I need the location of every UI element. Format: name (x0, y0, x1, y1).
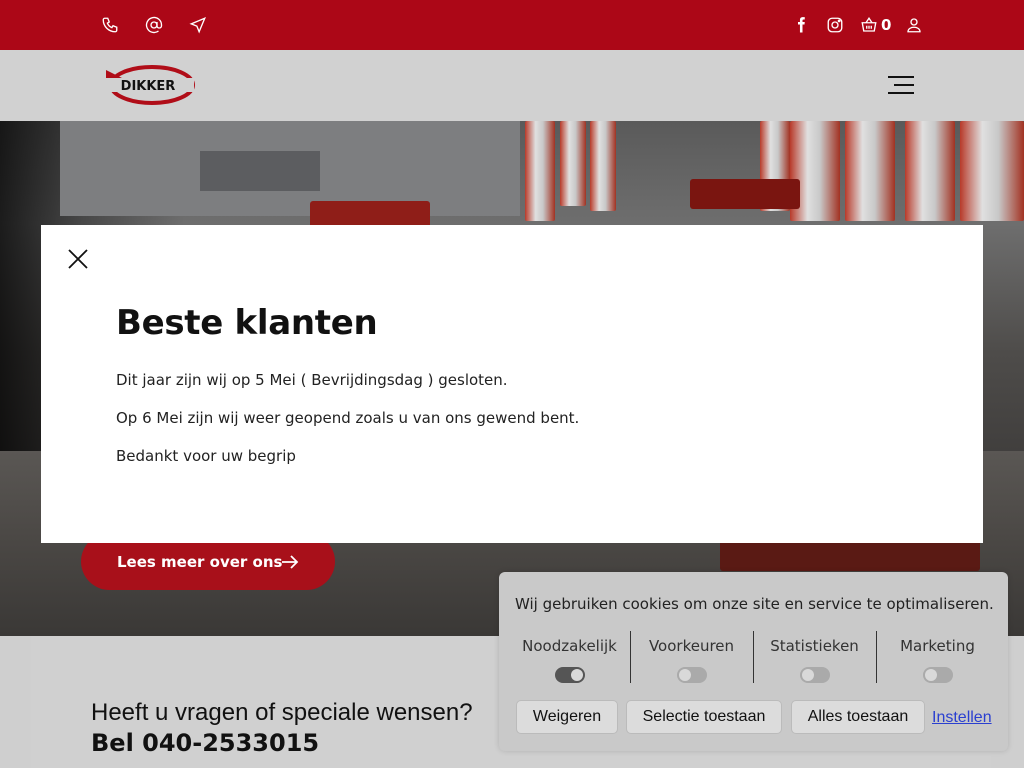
allow-all-button[interactable]: Alles toestaan (791, 700, 925, 734)
cookie-settings-link[interactable]: Instellen (932, 709, 992, 727)
location-arrow-icon[interactable] (188, 15, 208, 35)
cookie-category-preferences: Voorkeuren (630, 631, 753, 683)
cart-count: 0 (881, 16, 892, 34)
modal-paragraph: Dit jaar zijn wij op 5 Mei ( Bevrijdings… (116, 371, 508, 389)
user-icon[interactable] (904, 15, 924, 35)
cookie-message: Wij gebruiken cookies om onze site en se… (515, 595, 994, 613)
marketing-toggle[interactable] (922, 667, 953, 683)
phone-icon[interactable] (100, 15, 120, 35)
allow-selection-button[interactable]: Selectie toestaan (626, 700, 782, 734)
cookie-banner: Wij gebruiken cookies om onze site en se… (499, 572, 1008, 751)
statistics-toggle[interactable] (799, 667, 830, 683)
cookie-category-label: Noodzakelijk (522, 637, 617, 655)
instagram-icon[interactable] (825, 15, 845, 35)
logo-text: DIKKER (121, 79, 176, 94)
reject-button[interactable]: Weigeren (516, 700, 618, 734)
cookie-category-statistics: Statistieken (753, 631, 876, 683)
dikker-logo[interactable]: DIKKER (100, 64, 196, 106)
cookie-category-label: Statistieken (770, 637, 859, 655)
modal-paragraph: Op 6 Mei zijn wij weer geopend zoals u v… (116, 409, 580, 427)
hamburger-icon[interactable] (888, 76, 914, 94)
cookie-category-marketing: Marketing (876, 631, 999, 683)
at-icon[interactable] (144, 15, 164, 35)
necessary-toggle[interactable] (554, 667, 585, 683)
facebook-icon[interactable] (791, 15, 811, 35)
site-header: DIKKER (0, 50, 1024, 121)
contact-phone[interactable]: Bel 040-2533015 (91, 729, 319, 757)
contact-question: Heeft u vragen of speciale wensen? (91, 699, 473, 726)
preferences-toggle[interactable] (676, 667, 707, 683)
announcement-modal: Beste klanten Dit jaar zijn wij op 5 Mei… (41, 225, 983, 543)
modal-title: Beste klanten (116, 303, 378, 343)
basket-icon[interactable] (859, 15, 879, 35)
cookie-category-necessary: Noodzakelijk (508, 631, 631, 683)
arrow-right-icon (282, 555, 299, 569)
close-icon[interactable] (67, 248, 89, 270)
modal-paragraph: Bedankt voor uw begrip (116, 447, 296, 465)
top-bar: 0 (0, 0, 1024, 50)
cookie-category-label: Voorkeuren (648, 637, 735, 655)
read-more-label: Lees meer over ons (117, 552, 283, 571)
cookie-category-label: Marketing (900, 637, 975, 655)
